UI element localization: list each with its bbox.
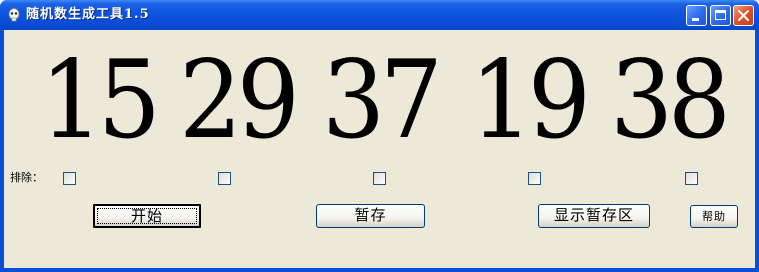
minimize-button[interactable] <box>686 5 707 26</box>
help-button[interactable]: 帮助 <box>690 205 738 228</box>
exclude-checkbox-1[interactable] <box>63 172 76 185</box>
start-button-label: 开始 <box>130 208 163 225</box>
window-title: 随机数生成工具1.5 <box>26 7 150 22</box>
random-number-2: 29 <box>179 38 300 163</box>
show-saved-button[interactable]: 显示暂存区 <box>538 204 650 228</box>
number-display: 15 29 37 19 38 <box>4 30 755 160</box>
exclude-label: 排除： <box>10 171 43 184</box>
random-number-1: 15 <box>40 38 161 163</box>
maximize-icon <box>715 10 726 20</box>
exclude-checkbox-3[interactable] <box>373 172 386 185</box>
client-area: 15 29 37 19 38 排除： 开始 暂存 显示暂存区 帮助 <box>4 30 755 268</box>
exclude-checkbox-5[interactable] <box>685 172 698 185</box>
exclude-checkbox-2[interactable] <box>218 172 231 185</box>
random-number-4: 19 <box>470 38 591 163</box>
maximize-button[interactable] <box>710 5 731 26</box>
close-icon <box>738 10 749 21</box>
title-bar[interactable]: 随机数生成工具1.5 <box>0 0 759 30</box>
random-number-3: 37 <box>322 38 443 163</box>
minimize-icon <box>692 18 699 21</box>
close-button[interactable] <box>733 5 754 26</box>
exclude-checkbox-4[interactable] <box>528 172 541 185</box>
show-saved-button-label: 显示暂存区 <box>553 207 634 224</box>
save-button-label: 暂存 <box>354 207 387 224</box>
help-button-label: 帮助 <box>702 211 726 223</box>
app-icon <box>6 7 22 23</box>
random-number-5: 38 <box>610 38 731 163</box>
app-window: 随机数生成工具1.5 15 29 37 19 38 排除： 开始 暂存 显示暂存… <box>0 0 759 272</box>
save-button[interactable]: 暂存 <box>316 204 425 228</box>
start-button[interactable]: 开始 <box>93 204 201 228</box>
